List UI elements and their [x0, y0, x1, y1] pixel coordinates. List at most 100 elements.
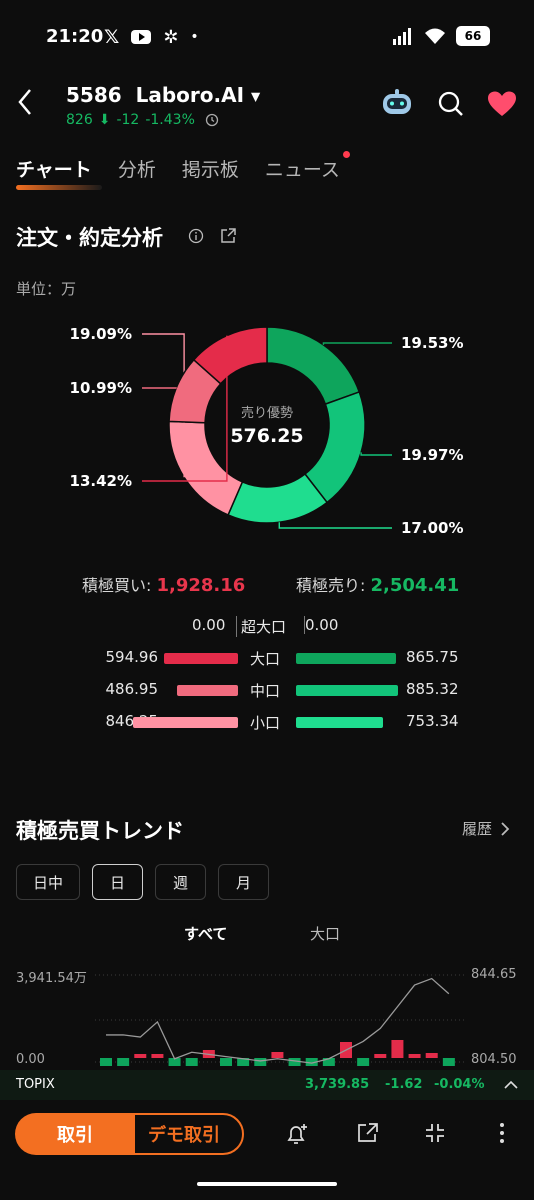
period-weekly-button[interactable]: 週	[155, 864, 206, 900]
trend-right-top-label: 844.65	[471, 967, 517, 982]
trade-button[interactable]: 取引	[15, 1113, 135, 1155]
donut-center-label: 売り優勢	[240, 406, 293, 421]
battery-icon: 66	[456, 26, 490, 46]
x-icon: 𝕏	[104, 26, 120, 48]
robot-assistant-button[interactable]	[380, 88, 414, 122]
search-button[interactable]	[437, 90, 465, 122]
chevron-right-icon	[501, 821, 510, 836]
super-large-sell: 0.00	[304, 616, 339, 634]
back-button[interactable]	[14, 86, 38, 118]
filter-large-tab[interactable]: 大口	[310, 923, 340, 944]
period-intraday-button[interactable]: 日中	[16, 864, 80, 900]
period-label: 日中	[32, 873, 63, 892]
order-analysis-title: 注文・約定分析	[16, 226, 163, 250]
stock-change: -12	[116, 112, 140, 128]
size-row-super-large: 0.00 超大口 0.00	[0, 614, 534, 638]
sell-total-value: 2,504.41	[370, 575, 460, 596]
history-link[interactable]: 履歴	[462, 818, 510, 839]
period-label: 週	[172, 873, 188, 892]
share-button[interactable]	[356, 1121, 380, 1149]
collapse-icon	[426, 1124, 444, 1142]
trend-bar	[442, 1058, 455, 1066]
period-daily-button[interactable]: 日	[92, 864, 143, 900]
topix-value: 3,739.85	[305, 1077, 370, 1092]
alert-button[interactable]	[284, 1121, 310, 1151]
tab-label: 掲示板	[181, 159, 239, 181]
size-row-sell-bar	[296, 685, 398, 696]
trend-title: 積極売買トレンド	[16, 819, 184, 843]
robot-icon	[383, 89, 411, 114]
collapse-button[interactable]	[423, 1121, 447, 1149]
period-label: 月	[235, 873, 251, 892]
topix-change: -1.62	[385, 1077, 423, 1092]
sell-total: 積極売り: 2,504.41	[296, 572, 459, 596]
tab-label: 分析	[117, 159, 156, 181]
buy-total-value: 1,928.16	[156, 575, 246, 596]
heart-icon	[488, 91, 516, 116]
trend-bar	[185, 1058, 198, 1066]
super-large-buy: 0.00	[192, 616, 226, 634]
more-vertical-icon	[500, 1123, 504, 1143]
unit-label: 単位：万	[16, 280, 77, 298]
chevron-left-icon	[18, 89, 31, 115]
size-row-sell-value: 753.34	[406, 712, 459, 730]
share-analysis-button[interactable]	[219, 227, 237, 249]
donut-leader-line	[360, 452, 392, 456]
size-row-sell-value: 885.32	[406, 680, 459, 698]
size-row-sell-bar	[296, 717, 383, 728]
youtube-icon	[131, 30, 152, 44]
trend-bar	[391, 1040, 404, 1058]
tab-analysis[interactable]: 分析	[118, 155, 156, 182]
trend-bar	[408, 1054, 421, 1058]
stock-change-pct: -1.43%	[145, 112, 195, 128]
status-left-icons: 𝕏 ✲ •	[104, 26, 199, 48]
trend-bar	[374, 1054, 387, 1058]
filter-all-tab[interactable]: すべて	[184, 923, 227, 944]
news-badge	[342, 151, 350, 158]
donut-slice-label: 19.09%	[70, 325, 132, 343]
topix-bar[interactable]: TOPIX 3,739.85 -1.62 -0.04%	[0, 1070, 534, 1100]
stock-name: Laboro.AI	[135, 83, 245, 107]
chevron-up-icon	[504, 1080, 518, 1089]
status-time: 21:20	[46, 26, 104, 47]
donut-slice-label: 10.99%	[70, 379, 132, 397]
trend-bar	[254, 1058, 267, 1066]
donut-slice-label: 13.42%	[70, 472, 132, 490]
home-indicator	[197, 1182, 337, 1186]
favorite-button[interactable]	[487, 91, 517, 121]
share-icon	[358, 1123, 378, 1142]
size-row-buy-bar	[133, 717, 238, 728]
trend-right-bottom-label: 804.50	[471, 1052, 517, 1067]
demo-trade-button[interactable]: デモ取引	[124, 1113, 244, 1155]
stock-price: 826	[66, 112, 93, 128]
stock-title[interactable]: 5586 Laboro.AI ▼	[66, 83, 260, 107]
tab-board[interactable]: 掲示板	[182, 155, 239, 182]
size-row-sell-bar	[296, 653, 396, 664]
tab-label: ニュース	[264, 159, 340, 181]
size-row-buy-bar	[177, 685, 238, 696]
signal-icon	[393, 28, 411, 45]
tab-news[interactable]: ニュース	[264, 151, 350, 182]
clock-icon	[205, 113, 219, 127]
size-row: 594.96 大口 865.75	[0, 648, 534, 672]
size-row-buy-value: 486.95	[105, 680, 159, 698]
tab-label: チャート	[16, 159, 92, 181]
trend-bar	[271, 1052, 284, 1058]
tab-chart[interactable]: チャート	[16, 155, 102, 190]
stock-quote: 826 ⬇ -12 -1.43%	[66, 112, 219, 128]
period-label: 日	[109, 873, 125, 892]
trend-bar	[425, 1053, 438, 1058]
more-button[interactable]	[496, 1121, 508, 1149]
dot-icon: •	[190, 29, 199, 45]
donut-leader-line	[278, 522, 392, 529]
buy-total: 積極買い: 1,928.16	[82, 572, 245, 596]
donut-slice-label: 19.97%	[401, 446, 463, 464]
search-icon	[438, 91, 463, 116]
donut-slice-label: 17.00%	[401, 519, 463, 537]
info-button[interactable]	[188, 228, 204, 248]
size-row-buy-value: 594.96	[105, 648, 159, 666]
topix-label: TOPIX	[16, 1077, 55, 1092]
size-row-sell-value: 865.75	[406, 648, 459, 666]
period-monthly-button[interactable]: 月	[218, 864, 269, 900]
donut-slice	[266, 326, 361, 406]
